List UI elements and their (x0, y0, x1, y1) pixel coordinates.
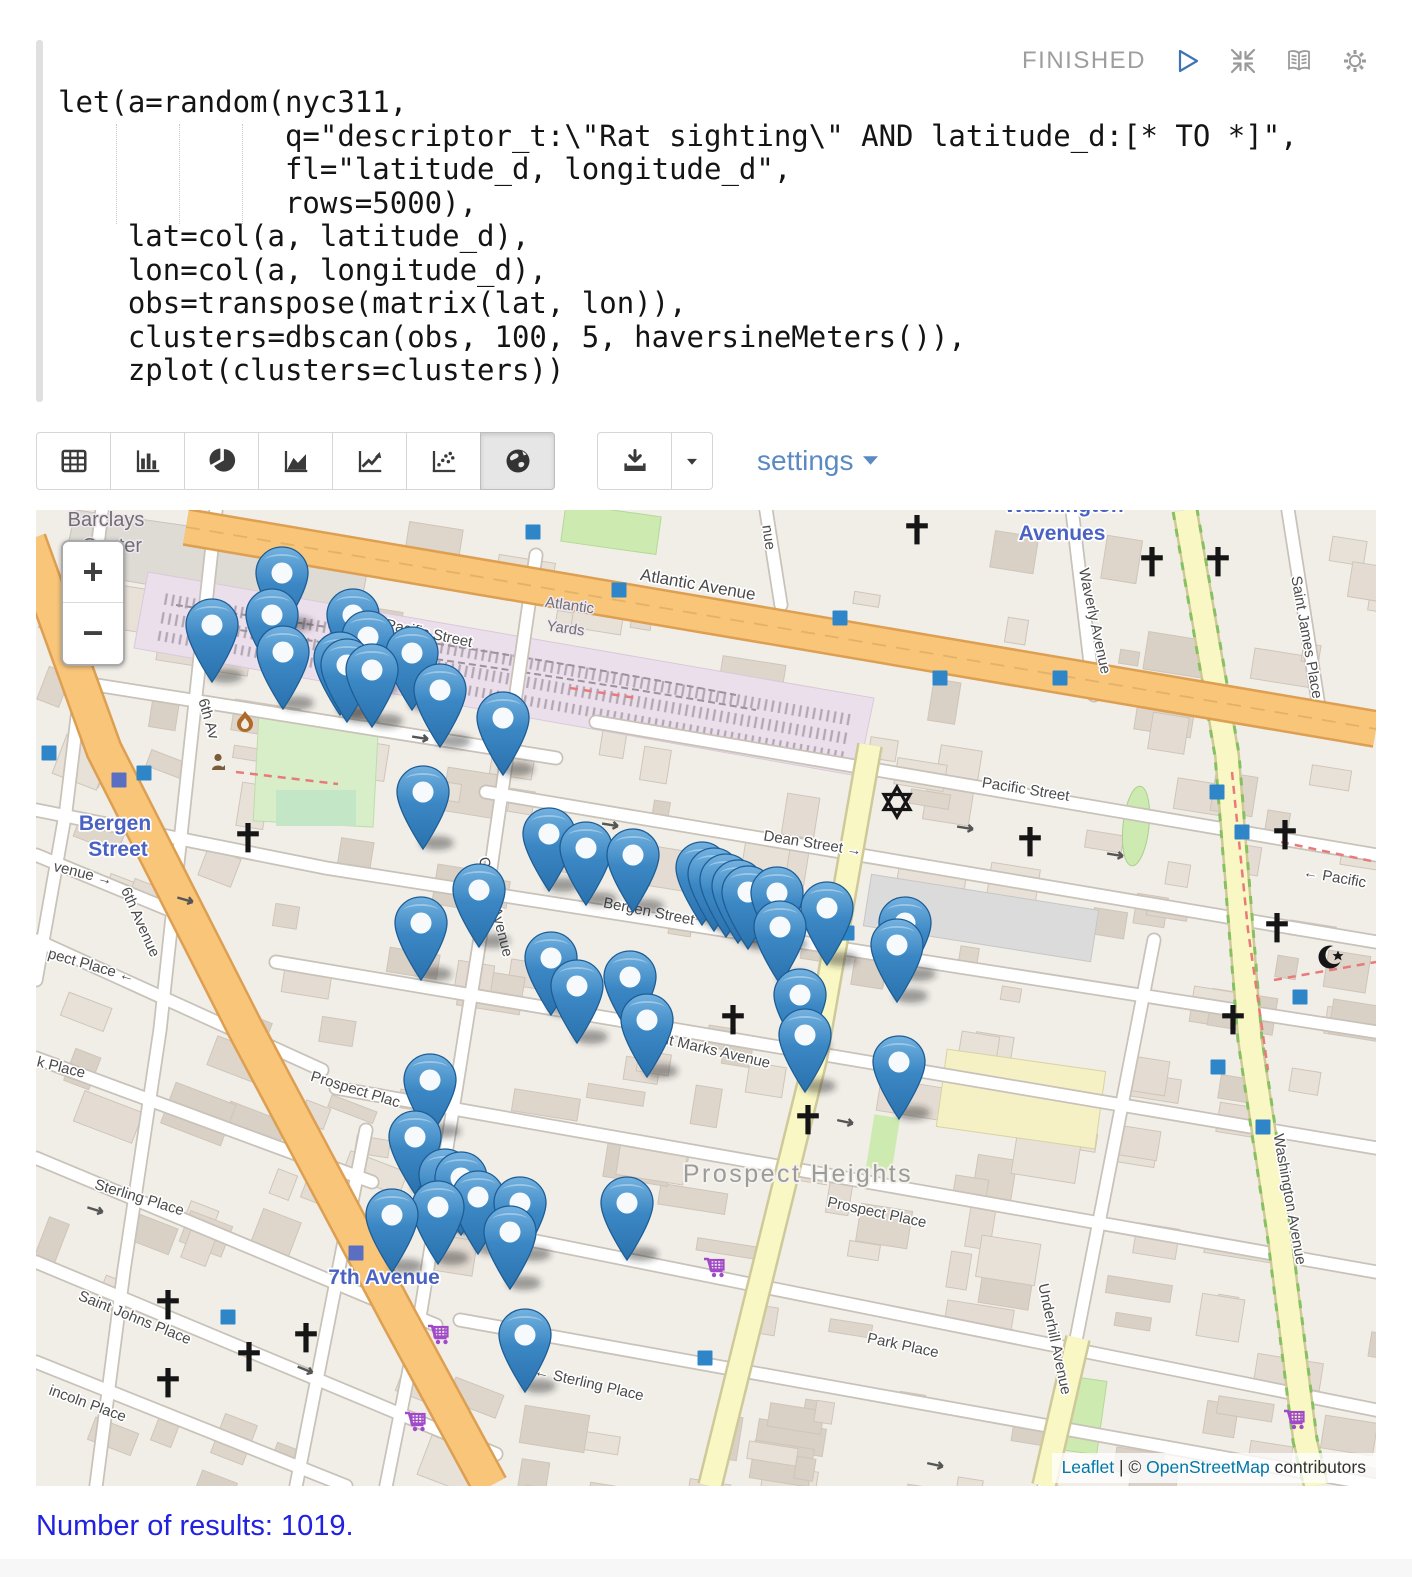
leaflet-link[interactable]: Leaflet (1062, 1457, 1115, 1477)
code-paragraph: FINISHED (36, 40, 1376, 402)
attribution-separator: | © (1114, 1457, 1146, 1477)
zeppelin-page: FINISHED (0, 40, 1412, 1577)
gear-icon[interactable] (1340, 46, 1370, 76)
map-point-square[interactable] (1210, 784, 1225, 799)
settings-button[interactable]: settings (757, 432, 878, 490)
map-label-street: nue (758, 523, 778, 550)
table-icon (59, 446, 89, 476)
map-zoom-control: + − (61, 540, 125, 666)
scatter-chart-icon (429, 446, 459, 476)
map[interactable]: BarclaysCenterAtlantic AvenueAtlanticYar… (36, 510, 1376, 1486)
run-icon[interactable] (1172, 46, 1202, 76)
download-group (597, 432, 713, 490)
map-point-square[interactable] (349, 1245, 364, 1260)
map-point-square[interactable] (1235, 824, 1250, 839)
map-label-neighborhood: Prospect Heights (683, 1160, 913, 1188)
chart-type-table-button[interactable] (36, 432, 111, 490)
book-icon[interactable] (1284, 46, 1314, 76)
indent-guide (116, 124, 117, 224)
map-label-area: Barclays (68, 510, 145, 531)
compress-icon[interactable] (1228, 46, 1258, 76)
map-point-square[interactable] (112, 772, 127, 787)
map-label-station: Bergen (79, 812, 151, 835)
map-point-square[interactable] (833, 610, 848, 625)
settings-label: settings (757, 445, 854, 477)
area-chart-icon (281, 446, 311, 476)
indent-guide (179, 124, 180, 224)
paragraph-header: FINISHED (43, 40, 1376, 82)
map-label-station: Avenues (1019, 522, 1106, 545)
chart-type-bar-chart-button[interactable] (110, 432, 185, 490)
map-point-square[interactable] (1053, 670, 1068, 685)
bottom-strip (0, 1559, 1412, 1577)
map-point-square[interactable] (698, 1350, 713, 1365)
chart-type-buttons (36, 432, 555, 490)
chevron-down-icon (863, 455, 878, 466)
status-label: FINISHED (1022, 47, 1146, 75)
openstreetmap-link[interactable]: OpenStreetMap (1146, 1457, 1270, 1477)
chart-type-pie-chart-button[interactable] (184, 432, 259, 490)
map-point-square[interactable] (1256, 1119, 1271, 1134)
attribution-suffix: contributors (1270, 1457, 1366, 1477)
zoom-in-button[interactable]: + (63, 542, 123, 603)
pie-chart-icon (207, 446, 237, 476)
chart-type-line-chart-button[interactable] (332, 432, 407, 490)
map-point-square[interactable] (137, 765, 152, 780)
results-count: Number of results: 1019. (36, 1510, 1376, 1543)
map-label-station: Street (88, 838, 148, 861)
paragraph-gutter (36, 40, 43, 402)
map-point-square[interactable] (1293, 989, 1308, 1004)
chart-type-area-chart-button[interactable] (258, 432, 333, 490)
map-canvas[interactable]: BarclaysCenterAtlantic AvenueAtlanticYar… (36, 510, 1376, 1486)
map-point-square[interactable] (42, 745, 57, 760)
line-chart-icon (355, 446, 385, 476)
map-globe-icon (503, 446, 533, 476)
map-label-station: Washington (1004, 510, 1123, 517)
map-point-square[interactable] (221, 1309, 236, 1324)
map-point-square[interactable] (933, 670, 948, 685)
chart-type-scatter-chart-button[interactable] (406, 432, 481, 490)
visualization-toolbar: settings (36, 432, 1376, 490)
download-button[interactable] (597, 432, 672, 490)
map-point-square[interactable] (612, 582, 627, 597)
map-label-station: 7th Avenue (328, 1266, 440, 1289)
zoom-out-button[interactable]: − (63, 603, 123, 664)
chart-type-map-globe-button[interactable] (480, 432, 555, 490)
map-attribution: Leaflet | © OpenStreetMap contributors (1052, 1453, 1376, 1483)
map-point-square[interactable] (1211, 1059, 1226, 1074)
indent-guide (242, 124, 243, 224)
bar-chart-icon (133, 446, 163, 476)
map-point-square[interactable] (526, 524, 541, 539)
download-options-caret[interactable] (671, 432, 713, 490)
